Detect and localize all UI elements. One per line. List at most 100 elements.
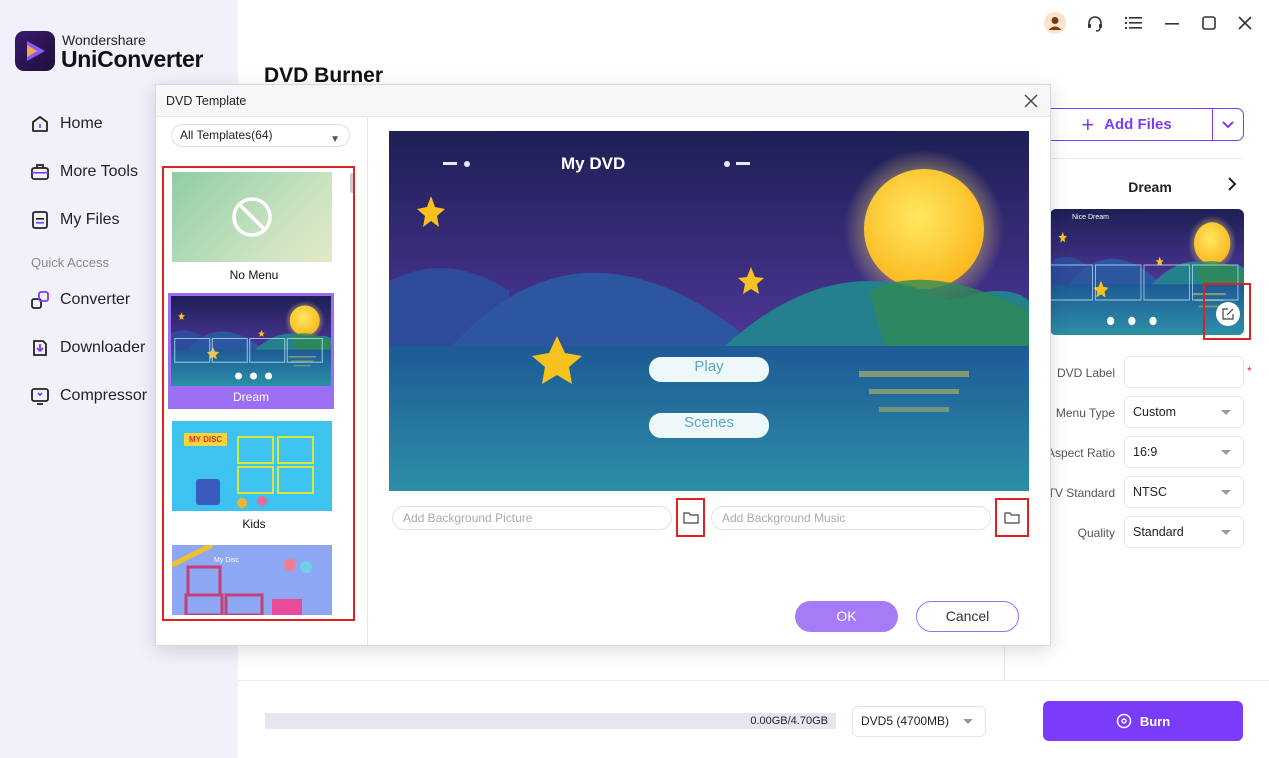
preview-scenes-button[interactable]: Scenes [649,414,769,431]
maximize-icon[interactable] [1198,12,1220,34]
background-picture-input[interactable]: Add Background Picture [392,506,672,530]
cancel-button[interactable]: Cancel [916,601,1019,632]
preview-play-button[interactable]: Play [649,358,769,375]
no-symbol-icon [232,197,272,237]
quick-access-label: Quick Access [31,255,110,270]
template-thumbnail [172,172,332,262]
template-name: Dream [1128,179,1172,195]
quality-value: Standard [1133,525,1184,539]
disc-type-value: DVD5 (4700MB) [861,714,950,728]
menu-type-value: Custom [1133,405,1177,419]
uniconverter-logo [15,31,55,71]
template-list: No Menu Dream MY DISC Kids My Disc [162,166,355,621]
dropdown-caret-icon [1221,490,1231,495]
brand-product: UniConverter [61,46,204,72]
tv-standard-value: NTSC [1133,485,1168,499]
toolbox-icon [31,164,49,180]
divider [367,117,368,645]
compressor-icon [31,388,49,405]
home-icon [32,116,48,132]
preview-title: My DVD [561,154,626,173]
headset-icon[interactable] [1084,12,1106,34]
sidebar-item-compressor[interactable]: Compressor [30,384,147,408]
background-music-input[interactable]: Add Background Music [711,506,991,530]
sidebar-item-more-tools[interactable]: More Tools [30,160,138,184]
dvd-label-input[interactable] [1124,356,1244,388]
sidebar-item-label: Downloader [60,339,146,356]
next-template-button[interactable] [1226,176,1238,197]
dropdown-caret-icon [1221,410,1231,415]
dialog-close-button[interactable] [1024,92,1038,113]
browse-picture-button[interactable] [676,498,705,537]
plus-icon: + [1081,111,1095,137]
template-label: No Menu [229,268,279,282]
quality-select[interactable]: Standard [1124,516,1244,548]
burn-button[interactable]: Burn [1043,701,1243,741]
template-no-menu[interactable]: No Menu [172,172,336,282]
aspect-ratio-label: Aspect Ratio [1046,446,1115,460]
quality-label: Quality [1077,526,1115,540]
divider [1050,158,1244,159]
sidebar-item-label: More Tools [60,163,138,180]
converter-icon [31,291,49,309]
menu-type-label: Menu Type [1055,406,1115,420]
sidebar-item-label: Converter [60,291,131,308]
sidebar-item-my-files[interactable]: My Files [30,208,120,232]
file-icon [32,211,48,229]
dropdown-caret-icon [1221,450,1231,455]
template-filter-value: All Templates(64) [180,128,273,142]
dropdown-caret-icon [963,719,973,724]
folder-icon [682,512,699,524]
template-thumbnail: MY DISC [172,421,332,511]
minimize-icon[interactable] [1161,12,1183,34]
edit-template-button[interactable] [1216,302,1240,326]
disc-icon [1116,713,1132,729]
template-label: Kids [242,517,266,531]
dropdown-caret-icon [1221,530,1231,535]
folder-icon [1004,512,1020,524]
divider [238,680,1269,681]
scrollbar[interactable] [350,173,353,193]
template-label: Dream [232,390,269,404]
tv-standard-select[interactable]: NTSC [1124,476,1244,508]
sidebar-item-label: My Files [60,211,120,228]
dialog-header: DVD Template [156,85,1050,117]
chevron-right-icon [1228,177,1237,191]
sidebar-item-label: Home [60,115,103,132]
add-files-label: Add Files [1104,116,1172,133]
aspect-ratio-value: 16:9 [1133,445,1158,459]
disc-type-select[interactable]: DVD5 (4700MB) [852,706,986,737]
template-kids[interactable]: MY DISC Kids [172,421,336,531]
browse-music-button[interactable] [995,498,1029,537]
dialog-title: DVD Template [166,94,247,108]
template-dream[interactable]: Dream [168,293,334,409]
sidebar-item-label: Compressor [60,387,148,404]
aspect-ratio-select[interactable]: 16:9 [1124,436,1244,468]
ok-button[interactable]: OK [795,601,898,632]
avatar-icon[interactable] [1044,12,1066,34]
close-icon [1024,94,1038,108]
menu-icon[interactable] [1123,12,1145,34]
close-icon[interactable] [1234,12,1256,34]
dvd-label-label: DVD Label [1056,366,1115,380]
burn-label: Burn [1139,713,1171,729]
sidebar-item-home[interactable]: Home [30,112,103,136]
menu-type-select[interactable]: Custom [1124,396,1244,428]
add-files-dropdown[interactable] [1212,109,1243,140]
template-preview: My DVD Play Scenes [389,131,1029,491]
template-my-disc[interactable]: My Disc [172,545,336,615]
sidebar-item-downloader[interactable]: Downloader [30,336,145,360]
required-mark: * [1247,364,1252,378]
chevron-down-icon [1222,120,1234,128]
disc-usage-bar: 0.00GB/4.70GB [265,713,836,729]
edit-icon [1222,308,1234,320]
tv-standard-label: TV Standard [1047,486,1115,500]
thumb-title: Nice Dream [1072,214,1109,221]
template-filter-select[interactable]: All Templates(64) ▼ [171,124,350,147]
chevron-down-icon: ▼ [330,134,340,145]
downloader-icon [33,340,47,356]
template-thumbnail: My Disc [172,545,332,615]
dvd-template-dialog: DVD Template All Templates(64) ▼ No Menu … [155,84,1051,646]
sidebar-item-converter[interactable]: Converter [30,288,130,312]
template-thumbnail [171,296,331,386]
